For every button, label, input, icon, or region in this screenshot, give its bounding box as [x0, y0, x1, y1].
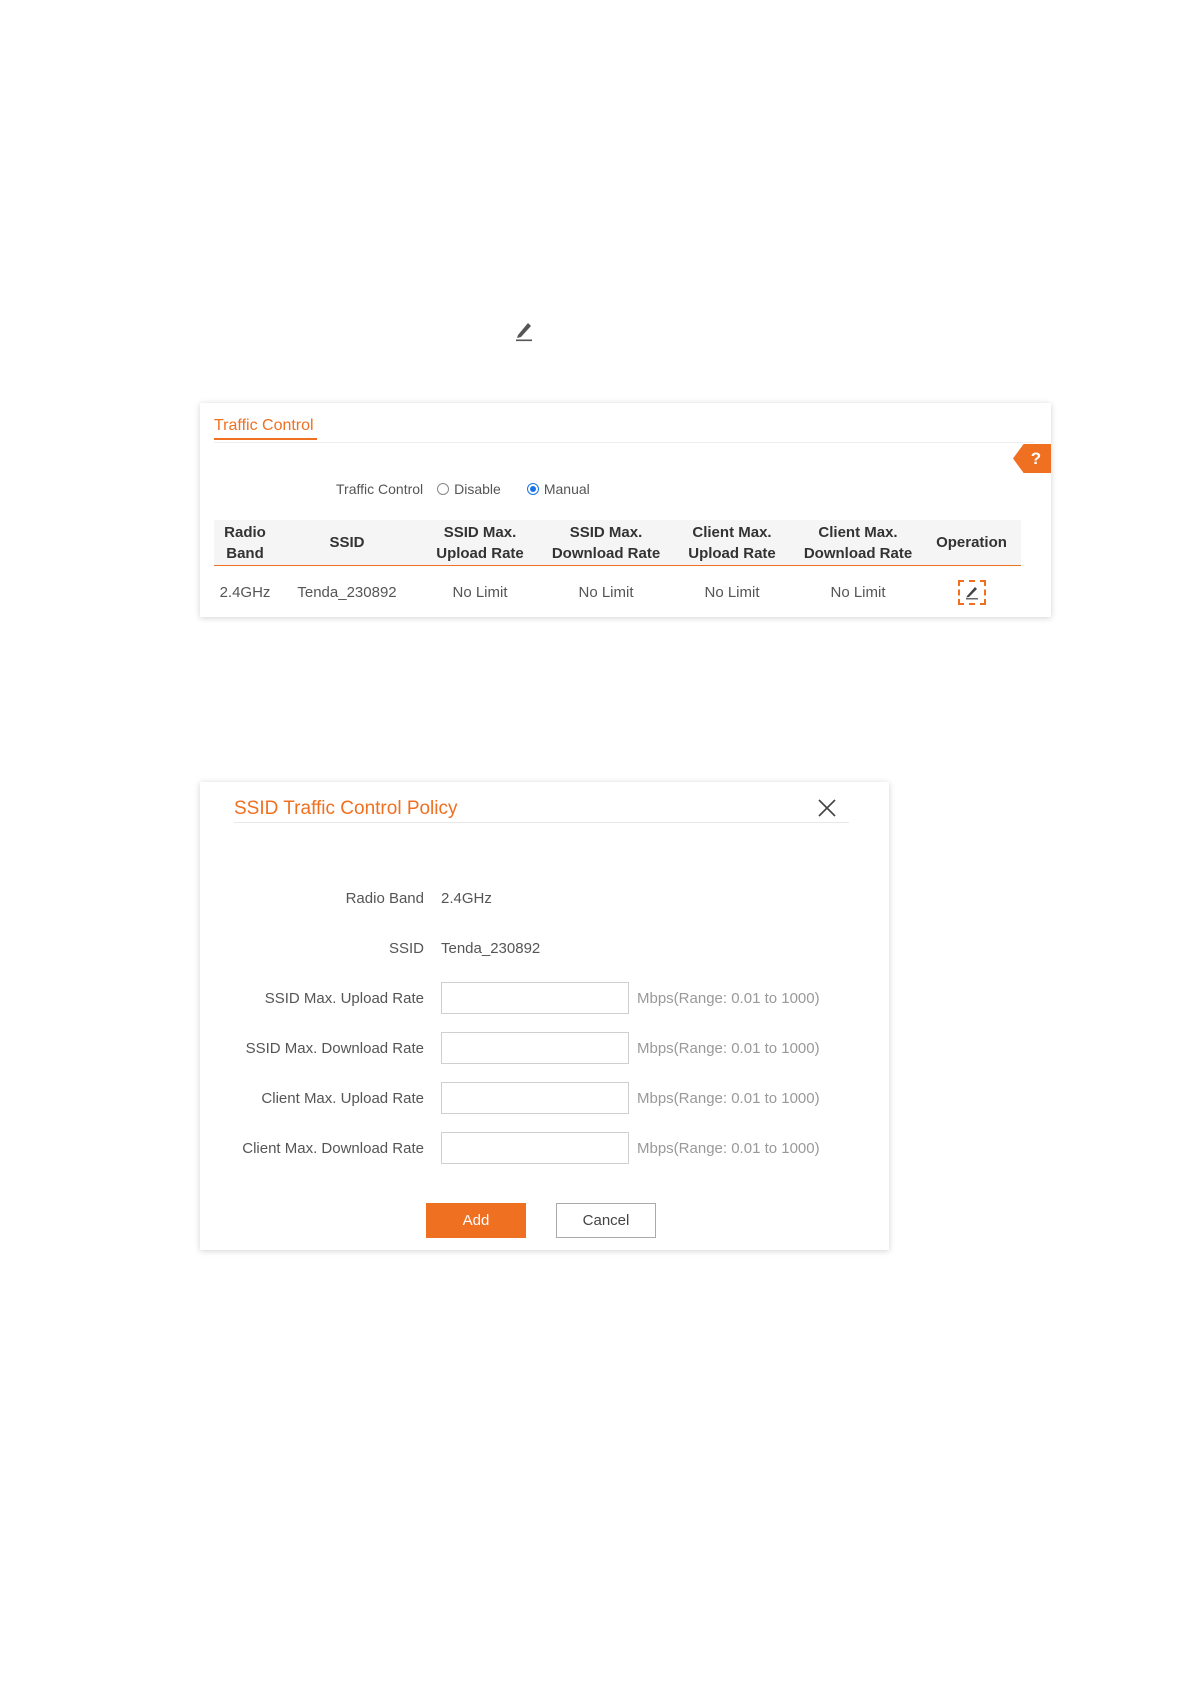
header-line: Client Max.	[818, 523, 898, 541]
panel-title: Traffic Control	[214, 417, 314, 434]
client-download-hint: Mbps(Range: 0.01 to 1000)	[637, 1139, 820, 1157]
cell-operation	[922, 566, 1021, 618]
header-ssid-download: SSID Max. Download Rate	[542, 520, 670, 565]
cancel-button[interactable]: Cancel	[556, 1203, 656, 1238]
client-upload-label: Client Max. Upload Rate	[261, 1089, 424, 1107]
header-line: Upload Rate	[436, 544, 524, 562]
dialog-divider	[234, 822, 849, 823]
radio-manual-label: Manual	[543, 481, 590, 497]
header-line: Radio	[224, 523, 266, 541]
radio-band-row: Radio Band 2.4GHz	[200, 881, 889, 915]
client-download-label: Client Max. Download Rate	[242, 1139, 424, 1157]
client-download-row: Client Max. Download Rate Mbps(Range: 0.…	[200, 1131, 889, 1165]
title-underline	[214, 438, 317, 440]
header-ssid-upload: SSID Max. Upload Rate	[418, 520, 542, 565]
ssid-policy-dialog: SSID Traffic Control Policy Radio Band 2…	[200, 782, 889, 1250]
cell-radio-band: 2.4GHz	[219, 583, 271, 601]
header-client-download: Client Max. Download Rate	[794, 520, 922, 565]
ssid-download-hint: Mbps(Range: 0.01 to 1000)	[637, 1039, 820, 1057]
dialog-title: SSID Traffic Control Policy	[234, 798, 458, 819]
ssid-upload-label: SSID Max. Upload Rate	[264, 989, 424, 1007]
header-ssid: SSID	[276, 520, 418, 565]
title-divider	[214, 442, 1034, 443]
edit-button[interactable]	[957, 579, 986, 605]
client-upload-input[interactable]	[441, 1082, 629, 1114]
help-button[interactable]: ?	[1013, 444, 1051, 473]
cell-client-upload: No Limit	[704, 583, 760, 601]
radio-disable[interactable]: Disable	[437, 481, 501, 497]
table-row: 2.4GHz Tenda_230892 No Limit No Limit No…	[214, 566, 1021, 618]
traffic-control-table: Radio Band SSID SSID Max. Upload Rate SSID…	[214, 520, 1021, 618]
client-upload-hint: Mbps(Range: 0.01 to 1000)	[637, 1089, 820, 1107]
radio-disable-dot[interactable]	[437, 483, 450, 495]
cell-ssid-download: No Limit	[578, 583, 634, 601]
radio-disable-label: Disable	[454, 481, 501, 497]
header-client-upload: Client Max. Upload Rate	[670, 520, 794, 565]
table-header: Radio Band SSID SSID Max. Upload Rate SSID…	[214, 520, 1021, 566]
pencil-icon	[516, 323, 532, 342]
header-line: Band	[226, 544, 264, 562]
ssid-value: Tenda_230892	[441, 939, 541, 957]
header-line: Download Rate	[551, 544, 661, 562]
header-line: SSID Max.	[569, 523, 643, 541]
client-download-input[interactable]	[441, 1132, 629, 1164]
traffic-control-label: Traffic Control	[336, 481, 424, 497]
radio-band-label: Radio Band	[345, 889, 424, 907]
radio-band-value: 2.4GHz	[441, 889, 492, 907]
header-line: Upload Rate	[688, 544, 776, 562]
ssid-upload-input[interactable]	[441, 982, 629, 1014]
ssid-download-label: SSID Max. Download Rate	[245, 1039, 424, 1057]
close-icon[interactable]	[815, 796, 839, 820]
ssid-upload-hint: Mbps(Range: 0.01 to 1000)	[637, 989, 820, 1007]
header-line: Operation	[936, 534, 1007, 551]
header-line: SSID	[329, 534, 365, 551]
header-line: Download Rate	[803, 544, 913, 562]
header-operation: Operation	[922, 520, 1021, 565]
ssid-label: SSID	[388, 939, 424, 957]
ssid-upload-row: SSID Max. Upload Rate Mbps(Range: 0.01 t…	[200, 981, 889, 1015]
ssid-download-row: SSID Max. Download Rate Mbps(Range: 0.01…	[200, 1031, 889, 1065]
edit-icon	[965, 587, 978, 600]
header-line: SSID Max.	[443, 523, 517, 541]
add-button[interactable]: Add	[426, 1203, 526, 1238]
ssid-row: SSID Tenda_230892	[200, 931, 889, 965]
cell-ssid-upload: No Limit	[452, 583, 508, 601]
radio-manual[interactable]: Manual	[526, 481, 590, 497]
traffic-control-panel: Traffic Control ? Traffic Control Disabl…	[200, 403, 1051, 617]
ssid-download-input[interactable]	[441, 1032, 629, 1064]
radio-manual-dot[interactable]	[526, 483, 539, 495]
traffic-control-mode: Traffic Control Disable Manual	[336, 481, 616, 497]
cell-client-download: No Limit	[830, 583, 886, 601]
header-radio-band: Radio Band	[214, 520, 276, 565]
header-line: Client Max.	[692, 523, 772, 541]
client-upload-row: Client Max. Upload Rate Mbps(Range: 0.01…	[200, 1081, 889, 1115]
cell-ssid: Tenda_230892	[297, 583, 397, 601]
